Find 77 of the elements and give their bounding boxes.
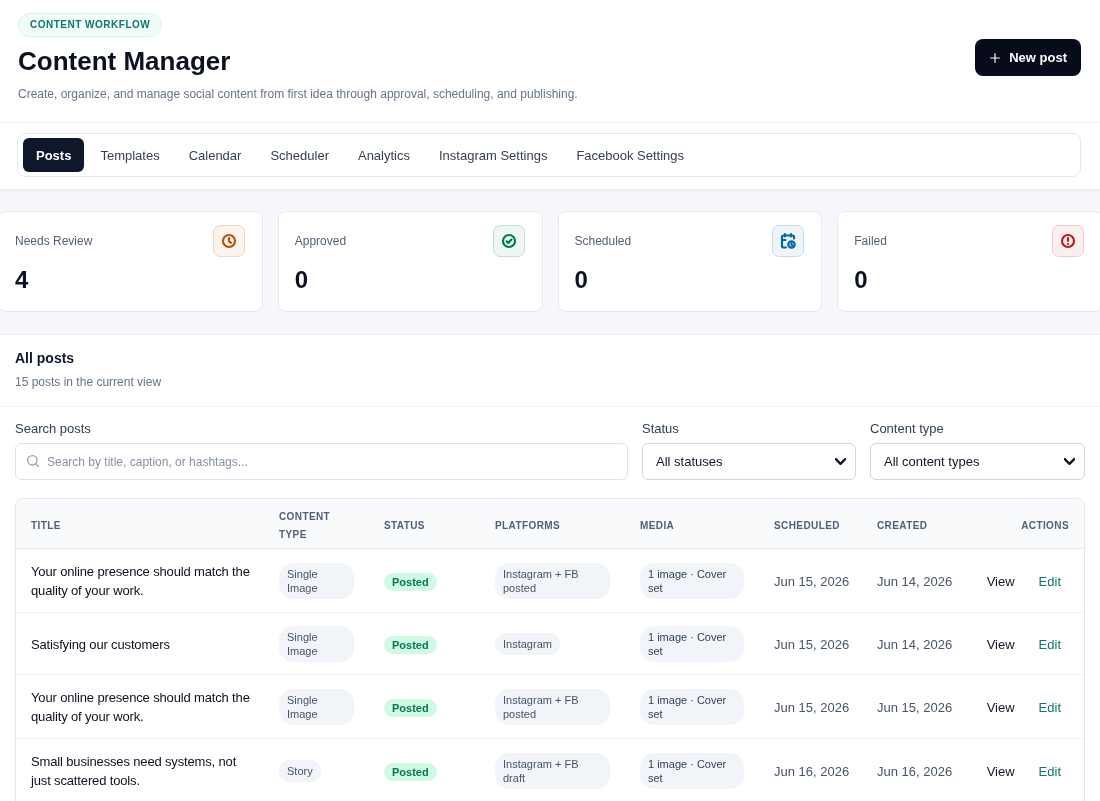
column-header: PLATFORMS <box>495 519 561 531</box>
post-title: Your online presence should match the quality of your work. <box>31 564 250 598</box>
new-post-button[interactable]: New post <box>975 39 1081 76</box>
stat-label: Needs Review <box>15 234 93 248</box>
stat-value: 0 <box>294 266 310 294</box>
panel-title: All posts <box>15 349 76 367</box>
chevron-down-icon <box>1064 458 1075 465</box>
platforms-tag: Instagram + FB draft <box>495 753 610 789</box>
created-date: Jun 15, 2026 <box>877 700 953 715</box>
created-date: Jun 16, 2026 <box>877 764 953 779</box>
stat-value: 0 <box>574 266 589 294</box>
platforms-tag: Instagram + FB posted <box>495 689 610 725</box>
status-badge: Posted <box>384 572 437 591</box>
column-header: ACTIONS <box>1021 519 1069 531</box>
search-icon <box>27 455 39 467</box>
field-label: Status <box>642 421 679 437</box>
view-link[interactable]: View <box>978 569 1023 593</box>
media-tag: 1 image · Cover set <box>640 689 744 725</box>
scheduled-date: Jun 16, 2026 <box>774 764 850 779</box>
calendar-clock-icon <box>772 225 805 257</box>
section-badge: CONTENT WORKFLOW <box>18 13 163 37</box>
post-title: Your online presence should match the quality of your work. <box>31 690 250 724</box>
column-header: MEDIA <box>640 519 675 531</box>
field-label: Content type <box>870 421 944 437</box>
view-link[interactable]: View <box>978 695 1023 719</box>
search-field[interactable]: Search by title, caption, or hashtags... <box>15 443 628 480</box>
view-link[interactable]: View <box>978 759 1023 783</box>
created-date: Jun 14, 2026 <box>877 637 953 652</box>
edit-link[interactable]: Edit <box>1030 569 1069 593</box>
content-type-tag: Single Image <box>279 626 354 662</box>
media-tag: 1 image · Cover set <box>640 563 744 599</box>
status-badge: Posted <box>384 635 437 654</box>
platforms-tag: Instagram <box>495 633 560 655</box>
tab[interactable]: Posts <box>23 138 85 172</box>
tab[interactable]: Scheduler <box>257 138 342 172</box>
chevron-down-icon <box>835 458 846 465</box>
created-date: Jun 14, 2026 <box>877 574 953 589</box>
media-tag: 1 image · Cover set <box>640 626 744 662</box>
tab[interactable]: Analytics <box>344 138 423 172</box>
status-badge: Posted <box>384 762 437 781</box>
column-header: CONTENT TYPE <box>279 510 331 540</box>
stat-value: 4 <box>15 266 30 294</box>
field-label: Search posts <box>15 421 91 437</box>
post-title: Satisfying our customers <box>31 636 170 652</box>
page-title: Content Manager <box>18 45 231 77</box>
edit-link[interactable]: Edit <box>1030 695 1069 719</box>
tab[interactable]: Templates <box>87 138 173 172</box>
content-type-tag: Story <box>279 760 321 782</box>
column-header: CREATED <box>877 519 928 531</box>
page-subtitle: Create, organize, and manage social content from first idea through approval, scheduling, and publishing. <box>18 86 578 102</box>
edit-link[interactable]: Edit <box>1030 632 1069 656</box>
media-tag: 1 image · Cover set <box>640 753 744 789</box>
scheduled-date: Jun 15, 2026 <box>774 574 850 589</box>
column-header: TITLE <box>31 519 61 531</box>
column-header: SCHEDULED <box>774 519 840 531</box>
content-type-tag: Single Image <box>279 689 354 725</box>
edit-link[interactable]: Edit <box>1030 759 1069 783</box>
tab[interactable]: Facebook Settings <box>563 138 698 172</box>
stat-label: Approved <box>294 234 347 248</box>
tab[interactable]: Calendar <box>175 138 255 172</box>
scheduled-date: Jun 15, 2026 <box>774 700 850 715</box>
clock-icon <box>212 225 245 257</box>
status-select[interactable]: All statuses <box>642 443 856 480</box>
scheduled-date: Jun 15, 2026 <box>774 637 850 652</box>
panel-subtitle: 15 posts in the current view <box>15 374 163 390</box>
plus-icon <box>990 52 1001 63</box>
tab[interactable]: Instagram Settings <box>426 138 561 172</box>
status-badge: Posted <box>384 698 437 717</box>
content-type-select[interactable]: All content types <box>870 443 1085 480</box>
stat-label: Scheduled <box>574 234 632 248</box>
stat-value: 0 <box>854 266 869 294</box>
view-link[interactable]: View <box>978 632 1023 656</box>
platforms-tag: Instagram + FB posted <box>495 563 610 599</box>
post-title: Small businesses need systems, not just scattered tools. <box>31 754 237 788</box>
content-type-tag: Single Image <box>279 563 354 599</box>
column-header: STATUS <box>384 519 425 531</box>
stat-label: Failed <box>854 234 887 248</box>
